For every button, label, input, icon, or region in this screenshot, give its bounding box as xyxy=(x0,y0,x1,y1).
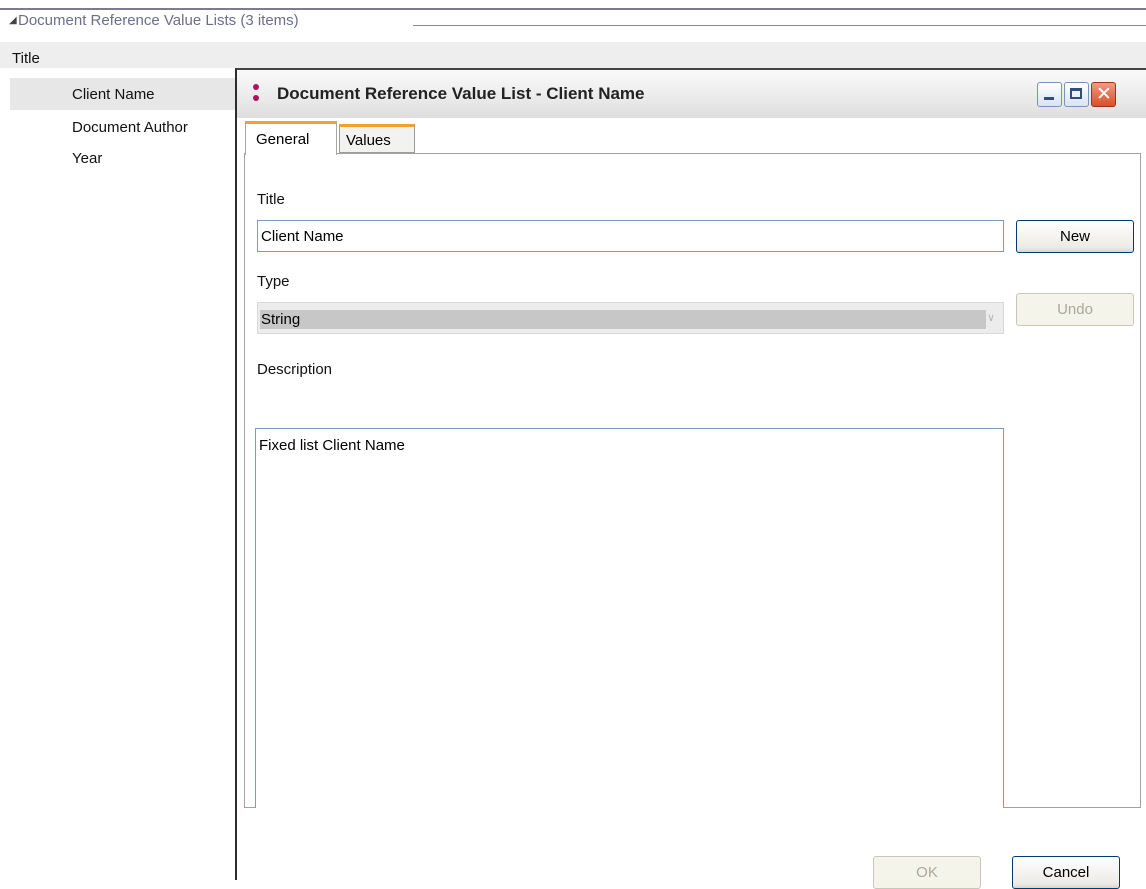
new-button[interactable]: New xyxy=(1016,220,1134,253)
minimize-icon xyxy=(1044,97,1054,100)
type-select-value: String xyxy=(260,310,986,329)
tab-values[interactable]: Values xyxy=(339,124,415,153)
close-button[interactable]: ✕ xyxy=(1091,82,1116,107)
list-item[interactable]: Year xyxy=(72,150,102,167)
title-field-label: Title xyxy=(257,191,285,208)
tab-general[interactable]: General xyxy=(245,121,337,155)
minimize-button[interactable] xyxy=(1037,82,1062,107)
chevron-down-icon[interactable]: ∨ xyxy=(982,308,1000,328)
window-top-border xyxy=(0,0,1146,10)
group-header-label: Document Reference Value Lists (3 items) xyxy=(18,12,299,29)
description-field-label: Description xyxy=(257,361,333,378)
list-item[interactable]: Document Author xyxy=(72,119,188,136)
tab-label: General xyxy=(256,131,310,148)
title-input[interactable] xyxy=(257,220,1004,252)
undo-button[interactable]: Undo xyxy=(1016,293,1134,326)
dialog-window: Document Reference Value List - Client N… xyxy=(235,68,1146,889)
dialog-titlebar[interactable]: Document Reference Value List - Client N… xyxy=(237,70,1146,119)
list-item[interactable]: Client Name xyxy=(72,86,155,103)
dialog-title: Document Reference Value List - Client N… xyxy=(277,84,645,103)
description-textarea[interactable]: Fixed list Client Name xyxy=(255,428,1004,851)
column-header-title[interactable]: Title xyxy=(12,50,40,67)
app-icon xyxy=(251,83,261,105)
group-divider xyxy=(413,25,1146,26)
type-field-label: Type xyxy=(257,273,290,290)
maximize-icon xyxy=(1070,88,1082,99)
column-header[interactable] xyxy=(0,42,1146,68)
dialog-body: General Values Title Type String ∨ Descr… xyxy=(237,118,1146,889)
type-select[interactable]: String ∨ xyxy=(257,302,1004,334)
ok-button[interactable]: OK xyxy=(873,856,981,889)
tab-label: Values xyxy=(346,132,391,149)
maximize-button[interactable] xyxy=(1064,82,1089,107)
cancel-button[interactable]: Cancel xyxy=(1012,856,1120,889)
close-icon: ✕ xyxy=(1096,84,1112,105)
dialog-footer: OK Cancel xyxy=(237,808,1146,889)
collapse-caret-icon[interactable]: ◢ xyxy=(9,15,17,26)
